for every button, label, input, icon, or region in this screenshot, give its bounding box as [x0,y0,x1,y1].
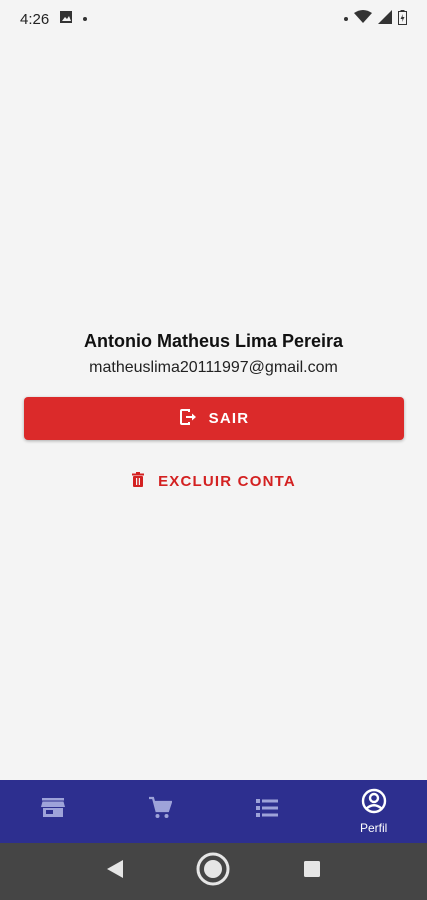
cart-icon [148,796,173,825]
list-icon [255,797,279,824]
store-icon [41,797,66,824]
logout-button[interactable]: SAIR [24,397,404,440]
nav-label-profile: Perfil [359,821,388,835]
wifi-icon [354,10,372,28]
bottom-navigation: Perfil [0,780,427,843]
delete-account-label: EXCLUIR CONTA [158,472,296,490]
profile-screen: Antonio Matheus Lima Pereira matheuslima… [0,38,427,780]
trash-icon [132,471,145,491]
nav-item-store[interactable] [0,780,107,843]
profile-email: matheuslima20111997@gmail.com [89,359,338,376]
nav-item-profile[interactable]: Perfil [320,780,427,843]
notification-dot-icon [344,17,348,21]
profile-name: Antonio Matheus Lima Pereira [83,331,344,351]
status-time: 4:26 [20,10,50,28]
nav-item-list[interactable] [214,780,321,843]
battery-icon [398,9,407,29]
logout-label: SAIR [208,410,250,427]
signal-icon [378,10,392,28]
back-button[interactable] [106,859,124,884]
recents-button[interactable] [303,860,321,883]
notification-dot-icon [83,17,88,21]
status-bar: 4:26 [0,0,427,38]
delete-account-button[interactable]: EXCLUIR CONTA [114,466,314,496]
nav-item-cart[interactable] [107,780,214,843]
recents-square-icon [303,860,321,883]
logout-icon [179,408,197,430]
account-circle-icon [361,788,387,819]
image-notification-icon [59,10,73,28]
home-button[interactable] [195,851,231,892]
home-circle-icon [195,851,231,892]
system-navigation-bar [0,843,427,900]
back-triangle-icon [106,859,124,884]
